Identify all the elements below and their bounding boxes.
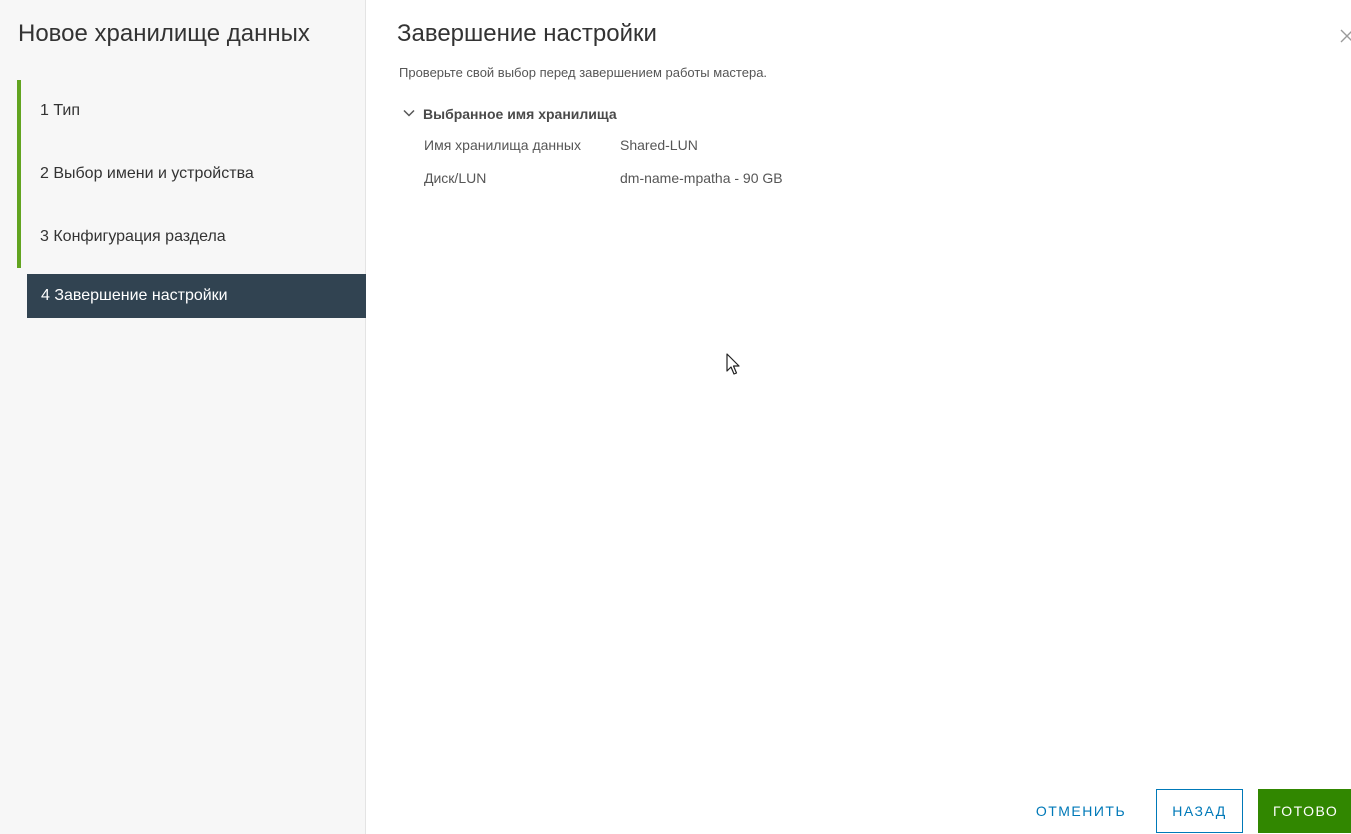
wizard-content: Завершение настройки Проверьте свой выбо…	[366, 0, 1351, 834]
page-title: Завершение настройки	[397, 20, 657, 47]
close-icon[interactable]	[1339, 24, 1351, 46]
back-button[interactable]: НАЗАД	[1156, 789, 1243, 833]
section-title: Выбранное имя хранилища	[423, 106, 617, 122]
summary-value: dm-name-mpatha - 90 GB	[620, 170, 783, 186]
section-toggle[interactable]: Выбранное имя хранилища	[402, 106, 617, 122]
chevron-down-icon	[402, 106, 416, 120]
wizard-steps: 1 Тип 2 Выбор имени и устройства 3 Конфи…	[17, 80, 366, 318]
step-name-and-device[interactable]: 2 Выбор имени и устройства	[17, 142, 366, 205]
step-ready-to-complete[interactable]: 4 Завершение настройки	[27, 274, 366, 318]
summary-row-disk-lun: Диск/LUN dm-name-mpatha - 90 GB	[424, 170, 783, 186]
wizard-title: Новое хранилище данных	[18, 20, 310, 47]
summary-key: Диск/LUN	[424, 170, 487, 186]
summary-row-datastore-name: Имя хранилища данных Shared-LUN	[424, 137, 698, 153]
cancel-button[interactable]: ОТМЕНИТЬ	[1018, 789, 1144, 833]
summary-value: Shared-LUN	[620, 137, 698, 153]
step-type[interactable]: 1 Тип	[17, 80, 366, 142]
page-subtitle: Проверьте свой выбор перед завершением р…	[399, 65, 768, 80]
step-partition-config[interactable]: 3 Конфигурация раздела	[17, 205, 366, 268]
mouse-pointer-icon	[726, 353, 742, 377]
summary-key: Имя хранилища данных	[424, 137, 581, 153]
new-datastore-wizard: Новое хранилище данных 1 Тип 2 Выбор име…	[0, 0, 1351, 834]
finish-button[interactable]: ГОТОВО	[1258, 789, 1351, 833]
wizard-sidebar: Новое хранилище данных 1 Тип 2 Выбор име…	[0, 0, 366, 834]
